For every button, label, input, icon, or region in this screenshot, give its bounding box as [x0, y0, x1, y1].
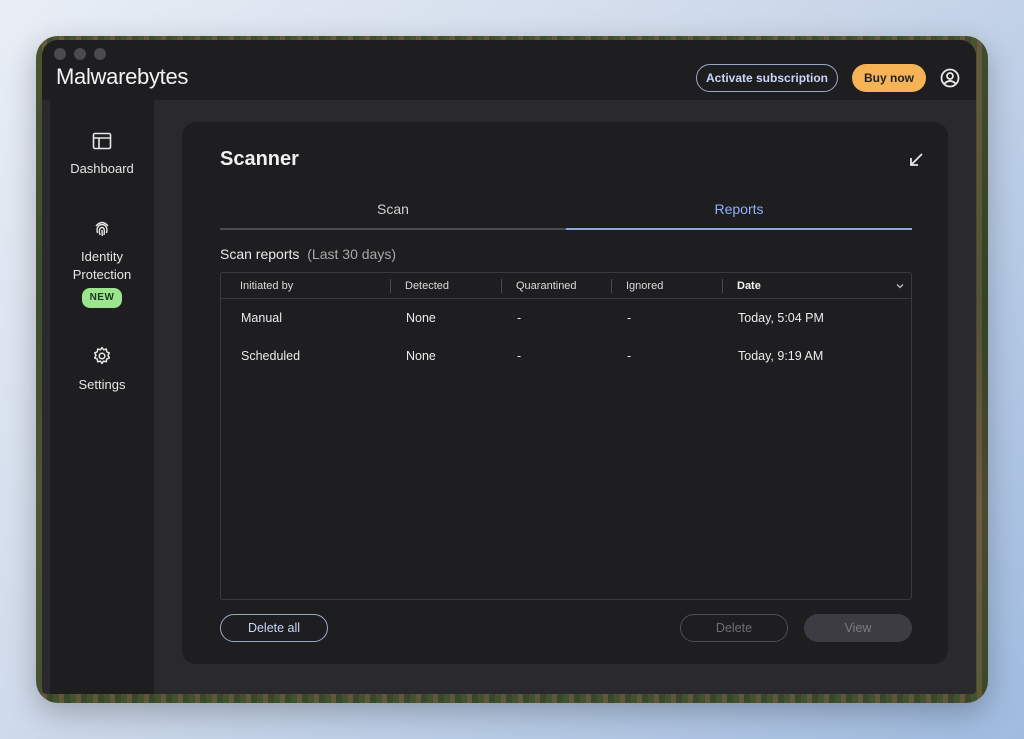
column-header-ignored[interactable]: Ignored [626, 273, 663, 299]
sidebar-item-dashboard[interactable]: Dashboard [50, 132, 154, 178]
column-divider [501, 279, 502, 293]
column-header-date[interactable]: Date [737, 273, 761, 299]
buy-now-button[interactable]: Buy now [852, 64, 926, 92]
cell-detected: None [406, 311, 436, 325]
cell-quarantined: - [517, 349, 522, 363]
delete-button[interactable]: Delete [680, 614, 788, 642]
page-title: Scanner [220, 148, 299, 170]
logo-text: Malwarebytes [56, 64, 189, 89]
delete-all-button[interactable]: Delete all [220, 614, 328, 642]
sidebar-item-identity-protection[interactable]: Identity Protection NEW [50, 218, 154, 308]
close-window-button[interactable] [54, 48, 66, 60]
app-window: Malwarebytes Activate subscription Buy n… [42, 40, 976, 694]
column-header-quarantined[interactable]: Quarantined [516, 273, 577, 299]
tab-scan[interactable]: Scan [220, 194, 566, 230]
table-row[interactable]: Manual None - - Today, 5:04 PM [221, 299, 911, 337]
section-title: Scan reports [220, 246, 300, 262]
account-icon[interactable] [940, 68, 960, 88]
cell-initiated-by: Manual [241, 311, 282, 325]
section-subtitle: (Last 30 days) [307, 246, 396, 262]
tab-bar: Scan Reports [220, 194, 912, 230]
fingerprint-icon [95, 221, 109, 237]
column-divider [722, 279, 723, 293]
title-bar: Malwarebytes Activate subscription Buy n… [42, 40, 976, 100]
section-heading: Scan reports (Last 30 days) [220, 246, 396, 262]
cell-quarantined: - [517, 311, 522, 325]
chevron-down-icon[interactable] [895, 281, 905, 291]
cell-ignored: - [627, 311, 632, 325]
column-divider [390, 279, 391, 293]
minimize-window-button[interactable] [74, 48, 86, 60]
sidebar-item-settings[interactable]: Settings [50, 346, 154, 394]
gear-icon [93, 346, 111, 365]
scanner-panel: Scanner Scan Reports Scan reports (Last … [182, 122, 948, 664]
column-header-initiated-by[interactable]: Initiated by [240, 273, 293, 299]
sidebar: Dashboard Identity Protection NEW Settin… [50, 100, 154, 694]
sidebar-item-label: Settings [78, 377, 126, 392]
dashboard-icon [92, 132, 112, 150]
window-controls [54, 48, 106, 60]
table-header: Initiated by Detected Quarantined Ignore… [221, 273, 911, 299]
column-header-detected[interactable]: Detected [405, 273, 449, 299]
tab-reports[interactable]: Reports [566, 194, 912, 230]
sidebar-item-label: Dashboard [70, 161, 134, 176]
zoom-window-button[interactable] [94, 48, 106, 60]
reports-table: Initiated by Detected Quarantined Ignore… [220, 272, 912, 600]
new-badge: NEW [81, 288, 123, 308]
sidebar-item-label: Identity Protection [72, 249, 132, 282]
cell-date: Today, 9:19 AM [738, 349, 824, 363]
activate-subscription-button[interactable]: Activate subscription [696, 64, 838, 92]
cell-detected: None [406, 349, 436, 363]
column-divider [611, 279, 612, 293]
view-button[interactable]: View [804, 614, 912, 642]
collapse-arrow-icon[interactable] [908, 152, 924, 168]
cell-initiated-by: Scheduled [241, 349, 301, 363]
cell-ignored: - [627, 349, 632, 363]
app-logo: Malwarebytes [56, 64, 188, 90]
table-row[interactable]: Scheduled None - - Today, 9:19 AM [221, 337, 911, 375]
cell-date: Today, 5:04 PM [738, 311, 824, 325]
